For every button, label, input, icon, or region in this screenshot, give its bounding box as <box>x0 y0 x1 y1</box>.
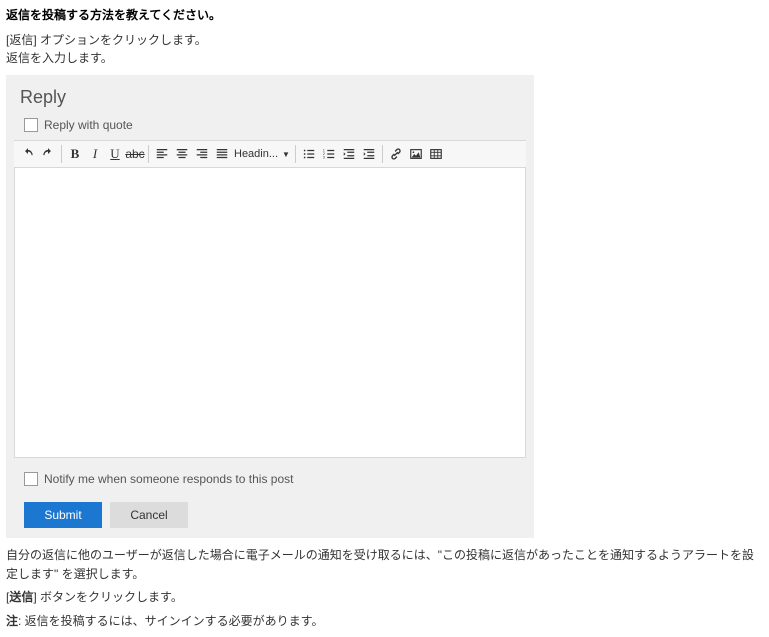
redo-icon[interactable] <box>38 143 58 165</box>
link-icon[interactable] <box>386 143 406 165</box>
reply-textarea[interactable] <box>14 168 526 458</box>
note-line: 注: 返信を投稿するには、サインインする必要があります。 <box>6 612 763 631</box>
heading-dropdown-label: Headin... <box>234 148 278 160</box>
step-2: 返信を入力します。 <box>6 49 763 67</box>
reply-title: Reply <box>20 87 520 108</box>
step-1: [返信] オプションをクリックします。 <box>6 31 763 49</box>
indent-icon[interactable] <box>359 143 379 165</box>
underline-button[interactable]: U <box>105 143 125 165</box>
reply-with-quote-label: Reply with quote <box>44 118 133 132</box>
separator <box>148 145 149 163</box>
instruction-notify: 自分の返信に他のユーザーが返信した場合に電子メールの通知を受け取るには、"この投… <box>6 546 763 584</box>
instruction-submit: [送信] ボタンをクリックします。 <box>6 588 763 607</box>
align-center-icon[interactable] <box>172 143 192 165</box>
bold-button[interactable]: B <box>65 143 85 165</box>
separator <box>382 145 383 163</box>
list-ul-icon[interactable] <box>299 143 319 165</box>
image-icon[interactable] <box>406 143 426 165</box>
notify-label: Notify me when someone responds to this … <box>44 472 293 486</box>
reply-with-quote-row[interactable]: Reply with quote <box>6 114 534 140</box>
reply-panel: Reply Reply with quote B I U abc Headi <box>6 75 534 538</box>
bold-text: 送信 <box>9 590 33 604</box>
note-text: : 返信を投稿するには、サインインする必要があります。 <box>18 614 323 628</box>
heading-dropdown[interactable]: Headin... ▼ <box>232 148 292 160</box>
submit-button[interactable]: Submit <box>24 502 102 528</box>
notify-row[interactable]: Notify me when someone responds to this … <box>6 458 534 492</box>
align-right-icon[interactable] <box>192 143 212 165</box>
separator <box>61 145 62 163</box>
strikethrough-button[interactable]: abc <box>125 143 145 165</box>
cancel-button[interactable]: Cancel <box>110 502 188 528</box>
svg-text:3: 3 <box>323 155 325 159</box>
notify-checkbox[interactable] <box>24 472 38 486</box>
table-icon[interactable] <box>426 143 446 165</box>
chevron-down-icon: ▼ <box>282 150 290 159</box>
list-ol-icon[interactable]: 123 <box>319 143 339 165</box>
doc-heading: 返信を投稿する方法を教えてください。 <box>6 6 763 23</box>
align-justify-icon[interactable] <box>212 143 232 165</box>
editor-toolbar: B I U abc Headin... ▼ 123 <box>14 140 526 168</box>
undo-icon[interactable] <box>18 143 38 165</box>
separator <box>295 145 296 163</box>
note-bold: 注 <box>6 614 18 628</box>
outdent-icon[interactable] <box>339 143 359 165</box>
italic-button[interactable]: I <box>85 143 105 165</box>
text: ] ボタンをクリックします。 <box>33 590 182 604</box>
align-left-icon[interactable] <box>152 143 172 165</box>
reply-with-quote-checkbox[interactable] <box>24 118 38 132</box>
